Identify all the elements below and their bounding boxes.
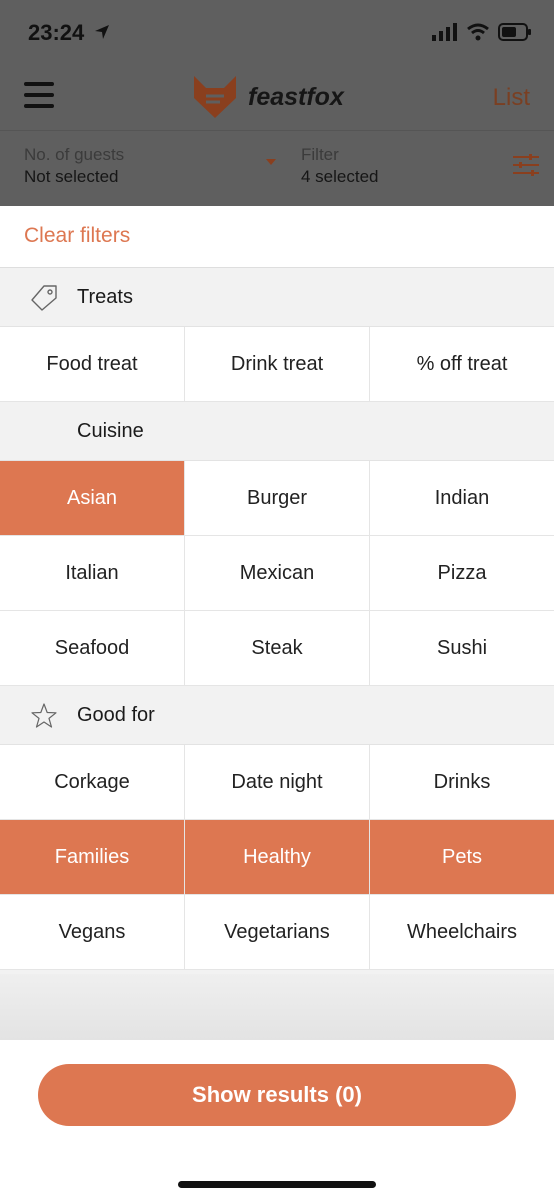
filter-option[interactable]: Wheelchairs bbox=[370, 895, 554, 970]
tag-icon bbox=[30, 284, 58, 312]
battery-icon bbox=[498, 23, 531, 41]
filter-option[interactable]: Food treat bbox=[0, 327, 184, 402]
clear-filters-row: Clear filters bbox=[0, 206, 554, 268]
filter-bar: No. of guests Not selected Filter 4 sele… bbox=[0, 131, 554, 206]
option-grid: Corkage Date night Drinks Families Healthy Pe… bbox=[0, 745, 554, 970]
status-bar: 23:24 bbox=[0, 0, 554, 64]
home-indicator bbox=[178, 1181, 376, 1188]
filter-option[interactable]: Sushi bbox=[370, 611, 554, 686]
footer: Show results (0) bbox=[0, 1040, 554, 1200]
filter-option[interactable]: Pizza bbox=[370, 536, 554, 611]
option-grid: Asian Burger Indian Italian Mexican Pizza Seaf… bbox=[0, 461, 554, 686]
filter-option[interactable]: Asian bbox=[0, 461, 184, 536]
filter-option[interactable]: Steak bbox=[185, 611, 369, 686]
filter-option[interactable]: Pets bbox=[370, 820, 554, 895]
star-icon bbox=[30, 702, 58, 730]
logo-text: feastfox bbox=[248, 82, 344, 111]
dimmed-app-background: 23:24 feastfox List No. of guests Not se… bbox=[0, 0, 554, 206]
section-header: Treats bbox=[0, 268, 554, 327]
option-grid: Food treat Drink treat% off treat bbox=[0, 327, 554, 402]
section-header: Good for bbox=[0, 686, 554, 745]
section-header: Cuisine bbox=[0, 402, 554, 461]
filter-option[interactable]: Mexican bbox=[185, 536, 369, 611]
status-time: 23:24 bbox=[28, 20, 85, 45]
filter-caption: Filter bbox=[301, 145, 339, 164]
hamburger-menu-icon[interactable] bbox=[24, 82, 54, 110]
sliders-icon[interactable] bbox=[512, 153, 540, 177]
location-arrow-icon bbox=[95, 25, 109, 39]
filter-option[interactable]: Vegetarians bbox=[185, 895, 369, 970]
section-title: Treats bbox=[77, 286, 133, 308]
wifi-icon bbox=[467, 23, 489, 41]
panel-bottom-space bbox=[0, 974, 554, 1040]
filter-sections: Treats Food treat Drink treat% off treat Cu… bbox=[0, 268, 554, 970]
filter-panel: Clear filters Treats Food treat Drink trea… bbox=[0, 206, 554, 970]
filter-option[interactable]: Families bbox=[0, 820, 184, 895]
list-view-button[interactable]: List bbox=[493, 84, 530, 112]
filter-value: 4 selected bbox=[301, 167, 379, 186]
filter-option[interactable]: Date night bbox=[185, 745, 369, 820]
filter-option[interactable]: Drinks bbox=[370, 745, 554, 820]
filter-option[interactable]: Drink treat bbox=[185, 327, 369, 402]
clear-filters-button[interactable]: Clear filters bbox=[24, 224, 130, 248]
filter-option[interactable]: Italian bbox=[0, 536, 184, 611]
app-header: feastfox List bbox=[0, 64, 554, 130]
filter-option[interactable]: Corkage bbox=[0, 745, 184, 820]
caret-down-icon bbox=[266, 159, 276, 165]
show-results-button[interactable]: Show results (0) bbox=[38, 1064, 516, 1126]
status-indicators bbox=[432, 22, 532, 42]
filter-option[interactable]: Healthy bbox=[185, 820, 369, 895]
cellular-signal-icon bbox=[432, 23, 457, 41]
filter-option[interactable]: Seafood bbox=[0, 611, 184, 686]
filter-option[interactable]: Indian bbox=[370, 461, 554, 536]
section-title: Cuisine bbox=[77, 420, 144, 442]
fox-logo-icon bbox=[194, 76, 236, 118]
section-title: Good for bbox=[77, 704, 155, 726]
app-logo: feastfox bbox=[192, 74, 344, 120]
filter-option[interactable]: % off treat bbox=[370, 327, 554, 402]
guests-value: Not selected bbox=[24, 167, 119, 186]
filter-option[interactable]: Burger bbox=[185, 461, 369, 536]
filter-option[interactable]: Vegans bbox=[0, 895, 184, 970]
guests-caption: No. of guests bbox=[24, 145, 125, 164]
